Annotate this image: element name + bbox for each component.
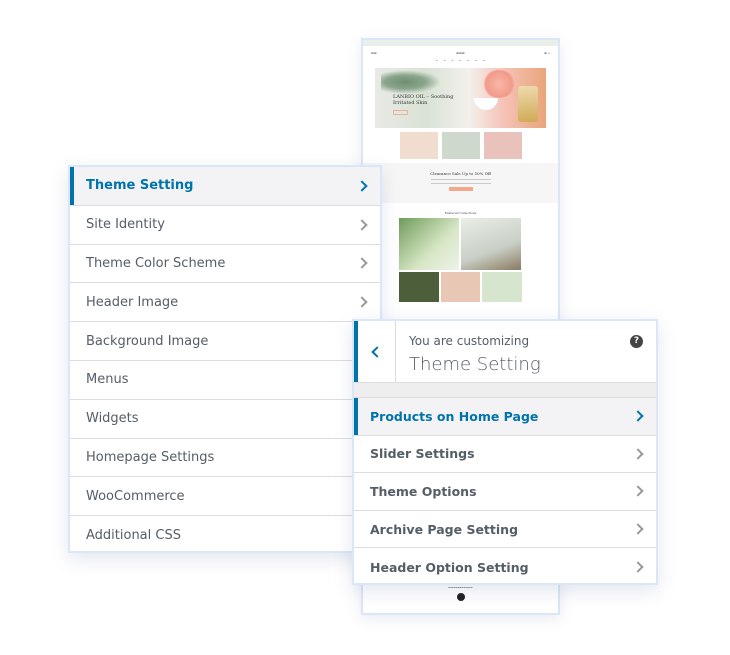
- back-button[interactable]: [354, 321, 396, 382]
- chevron-left-icon: [370, 345, 383, 358]
- menu-item-label: WooCommerce: [86, 488, 185, 504]
- section-theme-options[interactable]: Theme Options: [354, 473, 656, 511]
- preview-featured-grid: [399, 218, 522, 270]
- chevron-right-icon: [632, 561, 644, 573]
- preview-category-thumbs: [363, 132, 558, 159]
- section-header-option-setting[interactable]: Header Option Setting: [354, 548, 656, 586]
- section-products-on-home-page[interactable]: Products on Home Page: [354, 398, 656, 436]
- menu-item-widgets[interactable]: Widgets: [70, 400, 380, 439]
- menu-item-label: Menus: [86, 372, 129, 388]
- menu-item-label: Background Image: [86, 333, 209, 349]
- menu-item-label: Widgets: [86, 411, 139, 427]
- preview-sale-title: Clearance Sale Up to 50% Off: [430, 171, 491, 176]
- menu-item-label: Homepage Settings: [86, 449, 215, 465]
- chevron-right-icon: [632, 448, 644, 460]
- avatar: [456, 593, 465, 601]
- menu-item-additional-css[interactable]: Additional CSS: [70, 516, 380, 555]
- section-slider-settings[interactable]: Slider Settings: [354, 436, 656, 474]
- preview-header: ▬▬ ▬▬▬ ▬ ▫: [371, 51, 550, 55]
- menu-item-label: Additional CSS: [86, 528, 181, 544]
- menu-item-homepage-settings[interactable]: Homepage Settings: [70, 439, 380, 478]
- menu-item-theme-setting[interactable]: Theme Setting: [70, 167, 380, 206]
- section-label: Archive Page Setting: [370, 521, 519, 537]
- help-icon[interactable]: ?: [630, 335, 643, 348]
- divider: [354, 383, 656, 398]
- chevron-right-icon: [356, 219, 368, 231]
- panel-header: You are customizing Theme Setting ?: [354, 321, 656, 383]
- preview-featured-title: Featured Collections: [444, 211, 477, 215]
- section-archive-page-setting[interactable]: Archive Page Setting: [354, 511, 656, 549]
- menu-item-label: Site Identity: [86, 217, 165, 233]
- section-label: Theme Options: [370, 483, 477, 499]
- menu-item-label: Theme Setting: [86, 178, 194, 194]
- preview-nav: ▬ ▬ ▬ ▬ ▬ ▬ ▬: [435, 60, 486, 62]
- menu-item-label: Header Image: [86, 294, 179, 310]
- section-label: Slider Settings: [370, 446, 475, 462]
- menu-item-label: Theme Color Scheme: [86, 255, 226, 271]
- section-label: Products on Home Page: [370, 408, 539, 424]
- chevron-right-icon: [356, 257, 368, 270]
- menu-item-woocommerce[interactable]: WooCommerce: [70, 477, 380, 517]
- menu-item-site-identity[interactable]: Site Identity: [70, 206, 380, 245]
- menu-item-header-image[interactable]: Header Image: [70, 283, 380, 323]
- customizing-subtitle: You are customizing: [409, 334, 530, 348]
- customizer-main-panel: Theme Setting Site Identity Theme Color …: [68, 165, 382, 553]
- chevron-right-icon: [356, 180, 368, 192]
- menu-item-menus[interactable]: Menus: [70, 361, 380, 400]
- preview-hero-title: LANBIO OIL – Soothing Irritated Skin: [393, 94, 454, 106]
- chevron-right-icon: [632, 485, 644, 498]
- theme-setting-panel: You are customizing Theme Setting ? Prod…: [352, 319, 658, 585]
- menu-item-theme-color-scheme[interactable]: Theme Color Scheme: [70, 245, 380, 284]
- chevron-right-icon: [632, 410, 644, 422]
- menu-item-background-image[interactable]: Background Image: [70, 322, 380, 361]
- preview-sale-section: Clearance Sale Up to 50% Off: [363, 163, 558, 203]
- chevron-right-icon: [632, 523, 644, 535]
- preview-hero-banner: LANBIO OIL – Soothing Irritated Skin: [375, 68, 546, 128]
- preview-hero-button: [393, 110, 408, 115]
- panel-title: Theme Setting: [409, 354, 541, 375]
- section-label: Header Option Setting: [370, 559, 529, 575]
- chevron-right-icon: [356, 296, 368, 308]
